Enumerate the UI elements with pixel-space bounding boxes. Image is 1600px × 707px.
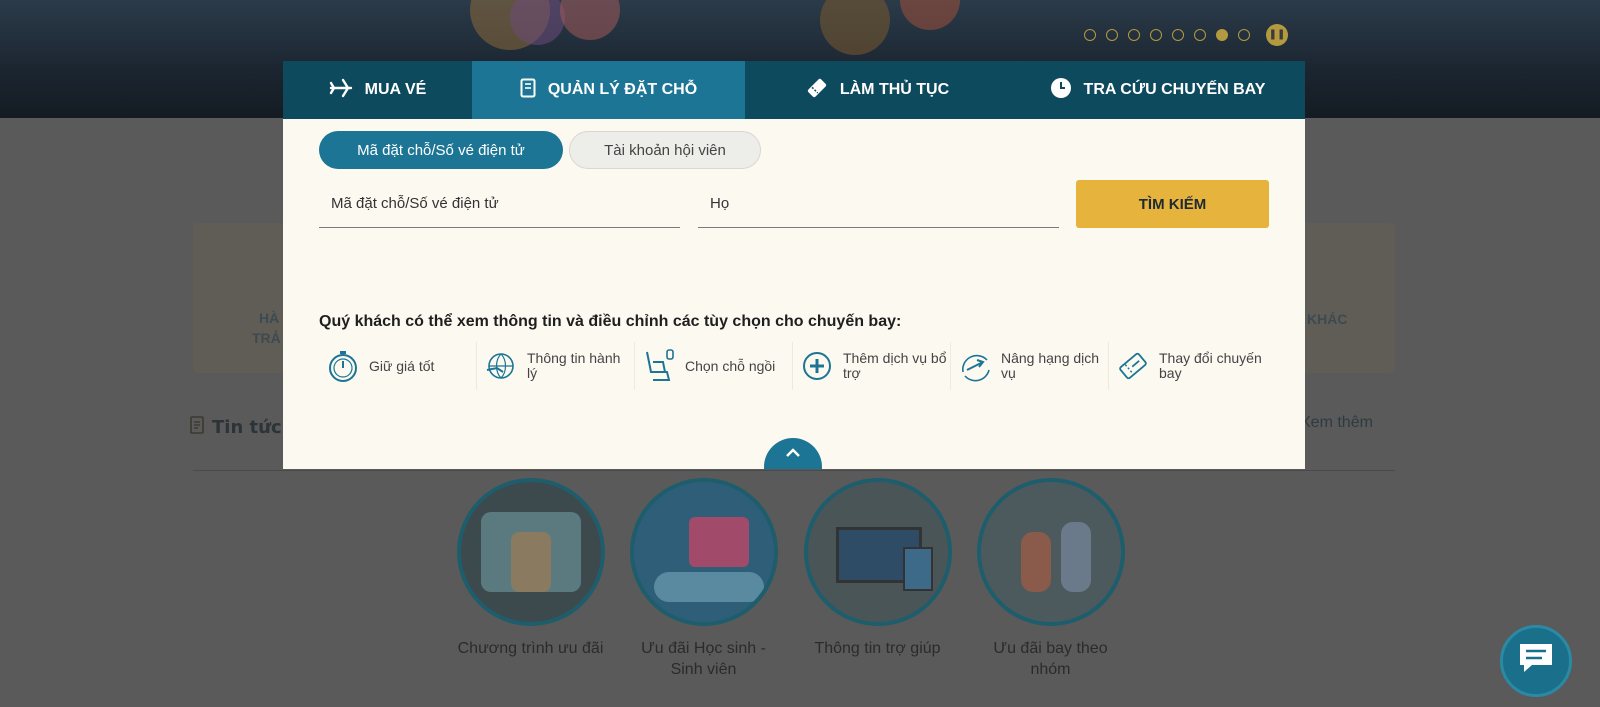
collapse-button[interactable] (764, 438, 822, 469)
tab-bar: MUA VÉ QUẢN LÝ ĐẶT CHỖ LÀM THỦ TỤC TRA C… (283, 61, 1305, 119)
search-button[interactable]: TÌM KIẾM (1076, 180, 1269, 228)
promo-label: Thông tin trợ giúp (814, 640, 941, 657)
promo-card[interactable]: Chương trình ưu đãi (453, 478, 608, 659)
option-baggage-info[interactable]: Thông tin hành lý (477, 342, 635, 390)
carousel-dot[interactable] (1172, 29, 1184, 41)
options-list: Giữ giá tốt Thông tin hành lý Chọn chỗ n… (319, 342, 1267, 390)
carousel-dots: ❚❚ (1084, 24, 1288, 46)
tab-check-in[interactable]: LÀM THỦ TỤC (745, 61, 1010, 119)
baggage-icon (483, 348, 519, 384)
booking-widget: MUA VÉ QUẢN LÝ ĐẶT CHỖ LÀM THỦ TỤC TRA C… (283, 61, 1305, 469)
carousel-dot[interactable] (1238, 29, 1250, 41)
stopwatch-icon (325, 348, 361, 384)
option-seat-select[interactable]: Chọn chỗ ngồi (635, 342, 793, 390)
booking-book-icon (520, 78, 536, 103)
booking-code-input[interactable] (319, 180, 680, 228)
divider (193, 470, 1395, 471)
option-upgrade[interactable]: Nâng hạng dịch vụ (951, 342, 1109, 390)
promo-label: Ưu đãi bay theo nhóm (993, 640, 1108, 678)
quick-link-fragment: HÀ (259, 310, 280, 326)
tab-manage-booking[interactable]: QUẢN LÝ ĐẶT CHỖ (472, 61, 745, 119)
promo-card[interactable]: Thông tin trợ giúp (800, 478, 955, 659)
option-label: Thay đổi chuyến bay (1159, 350, 1262, 381)
tab-flight-status[interactable]: TRA CỨU CHUYẾN BAY (1010, 61, 1305, 119)
carousel-pause-icon[interactable]: ❚❚ (1266, 24, 1288, 46)
option-hold-price[interactable]: Giữ giá tốt (319, 342, 477, 390)
promo-card[interactable]: Ưu đãi bay theo nhóm (973, 478, 1128, 680)
quick-link-other[interactable]: KHÁC (1307, 311, 1347, 327)
clock-icon (1050, 77, 1072, 104)
option-label: Thông tin hành lý (527, 350, 621, 381)
option-add-services[interactable]: Thêm dịch vụ bổ trợ (793, 342, 951, 390)
promo-image (456, 478, 605, 626)
tab-label: MUA VÉ (364, 81, 427, 98)
chat-bubble-icon (1516, 641, 1556, 681)
carousel-dot[interactable] (1084, 29, 1096, 41)
booking-code-toggle[interactable]: Mã đặt chỗ/Số vé điện tử (319, 131, 563, 169)
tab-label: LÀM THỦ TỤC (839, 81, 950, 98)
promo-image (803, 478, 952, 626)
ticket-icon (806, 77, 828, 104)
option-change-flight[interactable]: Thay đổi chuyến bay (1109, 342, 1267, 390)
see-more-link[interactable]: Xem thêm (1300, 414, 1373, 432)
promo-card[interactable]: Ưu đãi Học sinh - Sinh viên (626, 478, 781, 680)
promo-image (629, 478, 778, 626)
tab-label: TRA CỨU CHUYẾN BAY (1083, 81, 1266, 98)
promo-image (976, 478, 1125, 626)
document-icon (190, 416, 204, 439)
promo-label: Chương trình ưu đãi (457, 640, 604, 657)
option-label: Nâng hạng dịch vụ (1001, 350, 1100, 381)
tab-buy-ticket[interactable]: MUA VÉ (283, 61, 472, 119)
tab-label: QUẢN LÝ ĐẶT CHỖ (547, 81, 698, 98)
airplane-icon (329, 77, 353, 104)
plus-circle-icon (799, 348, 835, 384)
quick-link-fragment: TRẢ (252, 330, 281, 346)
option-label: Thêm dịch vụ bổ trợ (843, 350, 947, 381)
chevron-up-icon (785, 444, 801, 463)
seat-icon (641, 348, 677, 384)
change-ticket-icon (1115, 348, 1151, 384)
options-heading: Quý khách có thể xem thông tin và điều c… (319, 313, 902, 330)
carousel-dot[interactable] (1150, 29, 1162, 41)
carousel-dot[interactable] (1106, 29, 1118, 41)
carousel-dot-active[interactable] (1216, 29, 1228, 41)
news-heading-label: Tin tức (212, 417, 282, 438)
promo-label: Ưu đãi Học sinh - Sinh viên (641, 640, 766, 678)
upgrade-plane-icon (957, 348, 993, 384)
option-label: Giữ giá tốt (369, 357, 435, 374)
last-name-input[interactable] (698, 180, 1059, 228)
chat-button[interactable] (1500, 625, 1572, 697)
member-account-toggle[interactable]: Tài khoản hội viên (569, 131, 761, 169)
option-label: Chọn chỗ ngồi (685, 357, 776, 374)
carousel-dot[interactable] (1128, 29, 1140, 41)
carousel-dot[interactable] (1194, 29, 1206, 41)
news-heading: Tin tức (190, 416, 282, 439)
